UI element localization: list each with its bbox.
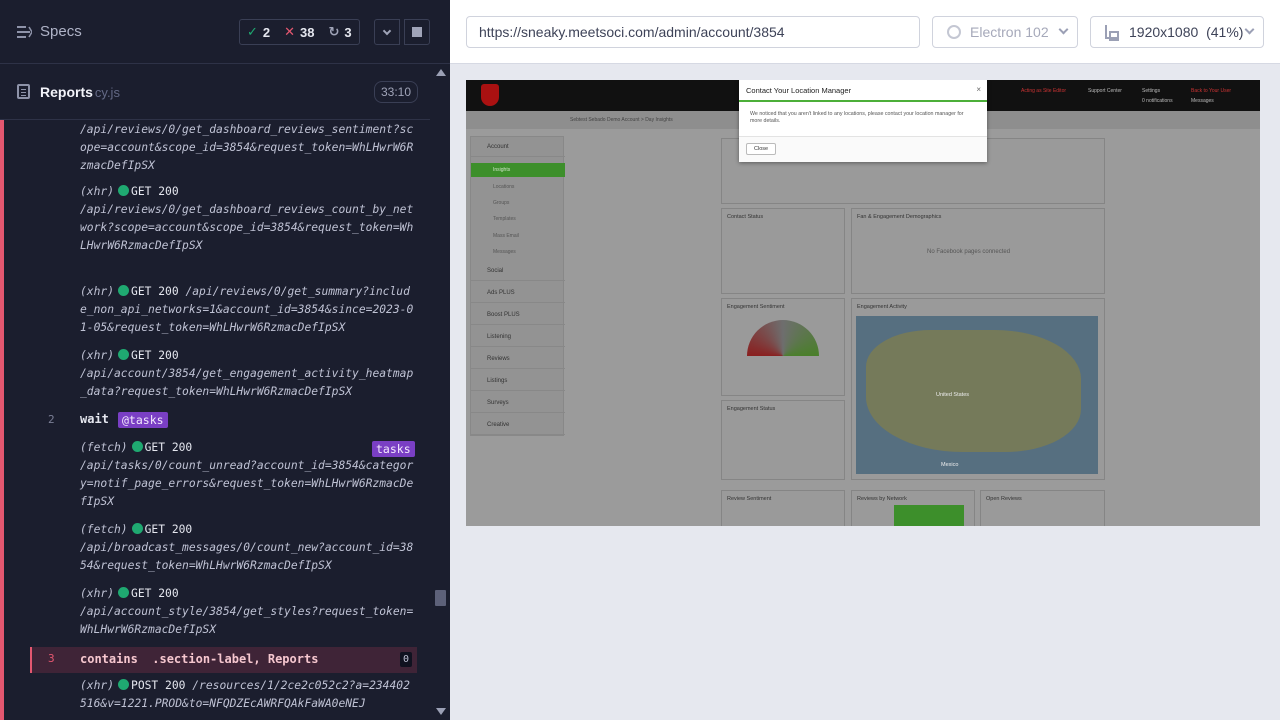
pending-count: ↻ 3 (328, 24, 352, 40)
status-dot-icon (118, 587, 130, 598)
aut-sidebar-item[interactable]: Ads PLUS (471, 283, 565, 303)
aut-sidebar-item[interactable]: Creative (471, 415, 565, 435)
status-dot-icon (118, 285, 130, 296)
x-icon: ✕ (284, 24, 296, 39)
aut-card: Engagement Status (721, 400, 845, 480)
status-dot-icon (131, 523, 143, 534)
aut-sidebar-subitem[interactable]: Groups (493, 200, 509, 206)
log-entry[interactable]: (xhr) GET 200 /api/reviews/0/get_summary?… (80, 283, 415, 337)
test-stats: ✓ 2 ✕ 38 ↻ 3 (239, 19, 360, 45)
command-log-panel: Specs ✓ 2 ✕ 38 ↻ 3 Reports cy.js 33:10 /… (0, 0, 450, 720)
alias-tag[interactable]: tasks (372, 441, 415, 457)
close-icon[interactable]: × (976, 85, 981, 94)
alias-badge[interactable]: @tasks (118, 412, 168, 428)
aut-sidebar-active (471, 163, 565, 177)
stop-icon (412, 27, 422, 37)
log-entry[interactable]: /api/reviews/0/get_dashboard_reviews_sen… (80, 121, 415, 175)
bar-mark (894, 505, 964, 526)
browser-selector[interactable]: Electron 102 (932, 16, 1078, 48)
modal-accent-bar (739, 100, 987, 102)
viewport-icon (1105, 25, 1119, 41)
aut-sidebar-item[interactable]: Listening (471, 327, 565, 347)
aut-sidebar-subitem[interactable]: Insights (493, 167, 510, 173)
aut-card: Contact Status (721, 208, 845, 294)
status-dot-icon (118, 185, 130, 196)
log-entry[interactable]: (xhr) GET 200 /api/account_style/3854/get… (80, 585, 415, 639)
status-dot-icon (118, 349, 130, 360)
aut-sidebar-subitem[interactable]: Messages (493, 249, 516, 255)
electron-icon (947, 25, 961, 39)
brand-logo (481, 84, 499, 106)
status-dot-icon (118, 679, 130, 690)
aut-sidebar-item[interactable]: Account (471, 137, 565, 157)
aut-card: Reviews by Network (851, 490, 975, 526)
log-scrollbar[interactable] (433, 64, 448, 720)
aut-sidebar-item[interactable]: Boost PLUS (471, 305, 565, 325)
chevron-down-icon (382, 26, 392, 35)
aut-sidebar-item[interactable]: Reviews (471, 349, 565, 369)
command-number: 3 (48, 652, 55, 665)
modal-body: We noticed that you aren't linked to any… (750, 111, 964, 124)
command-log[interactable]: /api/reviews/0/get_dashboard_reviews_sen… (0, 120, 430, 720)
modal-title: Contact Your Location Manager (746, 86, 852, 95)
check-icon: ✓ (247, 24, 258, 39)
scroll-up-icon[interactable] (436, 69, 446, 76)
aut-nav-item[interactable]: 0 notifications (1142, 98, 1173, 104)
failed-command-row[interactable]: 3 contains .section-label, Reports 0 (30, 647, 417, 673)
file-icon (17, 84, 30, 99)
aut-breadcrumb: Sebtest Sebado Demo Account > Day Insigh… (570, 117, 673, 123)
command-name: contains .section-label, Reports (80, 652, 319, 666)
chevron-down-icon (1058, 24, 1069, 35)
aut-nav-item[interactable]: Settings (1142, 88, 1160, 94)
aut-sidebar-item[interactable]: Social (471, 261, 565, 281)
failure-indicator (0, 120, 4, 720)
aut-sidebar-subitem[interactable]: Locations (493, 184, 514, 190)
spec-file-header: Reports cy.js 33:10 (0, 64, 430, 120)
expand-toggle-button[interactable] (374, 19, 400, 45)
modal-close-button[interactable]: Close (746, 143, 777, 155)
aut-sidebar-item[interactable]: Surveys (471, 393, 565, 413)
browser-toolbar: https://sneaky.meetsoci.com/admin/accoun… (450, 0, 1280, 64)
log-entry[interactable]: (fetch) GET 200 /api/broadcast_messages/0… (80, 521, 415, 575)
stop-button[interactable] (404, 19, 430, 45)
spec-duration: 33:10 (373, 81, 418, 103)
specs-menu-icon[interactable] (17, 25, 32, 39)
aut-sidebar-subitem[interactable]: Templates (493, 216, 516, 222)
url-bar[interactable]: https://sneaky.meetsoci.com/admin/accoun… (466, 16, 920, 48)
engagement-map[interactable]: United States Mexico (856, 316, 1098, 474)
aut-card: Fan & Engagement Demographics No Faceboo… (851, 208, 1105, 294)
app-under-test-frame[interactable]: Acting as Site Editor Support Center Set… (466, 80, 1260, 526)
app-preview-panel: https://sneaky.meetsoci.com/admin/accoun… (450, 0, 1280, 720)
chevron-down-icon (1244, 24, 1255, 35)
log-entry[interactable]: (xhr) GET 200 /api/account/3854/get_engag… (80, 347, 415, 401)
log-entry[interactable]: (xhr) POST 200 /resources/1/2ce2c052c2?a=… (80, 677, 415, 713)
aut-card: Open Reviews (980, 490, 1105, 526)
aut-nav-item[interactable]: Acting as Site Editor (1021, 88, 1066, 94)
aut-card: Review Sentiment (721, 490, 845, 526)
log-entry[interactable]: (fetch) GET 200 /api/tasks/0/count_unread… (80, 439, 415, 511)
failed-count: ✕ 38 (284, 24, 315, 40)
element-count-badge: 0 (399, 652, 412, 667)
aut-nav-item[interactable]: Support Center (1088, 88, 1122, 94)
aut-sidebar-subitem[interactable]: Mass Email (493, 233, 519, 239)
specs-label[interactable]: Specs (40, 23, 82, 40)
aut-sidebar: Account Insights Locations Groups Templa… (470, 136, 565, 436)
viewport-selector[interactable]: 1920x1080 (41%) (1090, 16, 1264, 48)
command-name[interactable]: wait (80, 412, 109, 426)
command-number: 2 (48, 413, 55, 426)
status-dot-icon (131, 441, 143, 452)
modal-footer: Close (739, 136, 987, 162)
aut-sidebar-item[interactable]: Listings (471, 371, 565, 391)
spinner-icon: ↻ (328, 24, 340, 39)
passed-count: ✓ 2 (247, 24, 271, 40)
map-landmass (866, 330, 1081, 452)
scroll-down-icon[interactable] (436, 708, 446, 715)
log-entry[interactable]: (xhr) GET 200 /api/reviews/0/get_dashboar… (80, 183, 415, 255)
contact-location-manager-modal: Contact Your Location Manager × We notic… (739, 80, 987, 162)
scrollbar-thumb[interactable] (435, 590, 446, 606)
reporter-header: Specs ✓ 2 ✕ 38 ↻ 3 (0, 0, 450, 64)
spec-file-name[interactable]: Reports cy.js (40, 84, 120, 100)
aut-nav-item[interactable]: Messages (1191, 98, 1214, 104)
aut-nav-item[interactable]: Back to Your User (1191, 88, 1231, 94)
